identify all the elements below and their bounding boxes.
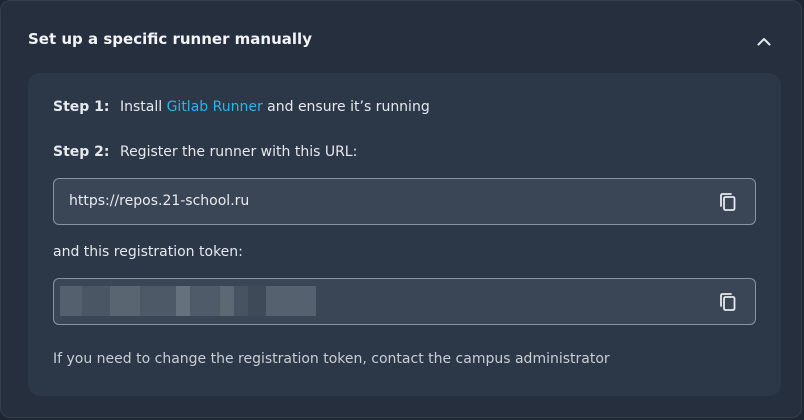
step-1-suffix: and ensure it’s running bbox=[267, 99, 430, 115]
gitlab-runner-link[interactable]: Gitlab Runner bbox=[167, 99, 263, 115]
footer-note: If you need to change the registration t… bbox=[53, 351, 610, 367]
instructions-card: Step 1: Install Gitlab Runner and ensure… bbox=[28, 73, 781, 396]
step-1: Step 1: Install Gitlab Runner and ensure… bbox=[53, 99, 430, 115]
url-field[interactable]: https://repos.21-school.ru bbox=[53, 178, 756, 225]
chevron-up-icon[interactable] bbox=[755, 32, 773, 50]
token-field[interactable] bbox=[53, 278, 756, 325]
step-2-text: Register the runner with this URL: bbox=[119, 144, 358, 160]
runner-setup-panel: Set up a specific runner manually Step 1… bbox=[0, 0, 802, 418]
token-label: and this registration token: bbox=[53, 244, 243, 260]
step-2-label: Step 2: bbox=[53, 144, 110, 160]
section-title: Set up a specific runner manually bbox=[28, 30, 312, 48]
masked-token bbox=[60, 286, 316, 316]
copy-icon[interactable] bbox=[717, 291, 739, 313]
copy-icon[interactable] bbox=[717, 191, 739, 213]
step-1-prefix: Install bbox=[119, 99, 163, 115]
url-value[interactable]: https://repos.21-school.ru bbox=[69, 193, 249, 209]
step-2: Step 2: Register the runner with this UR… bbox=[53, 144, 357, 160]
step-1-label: Step 1: bbox=[53, 99, 110, 115]
